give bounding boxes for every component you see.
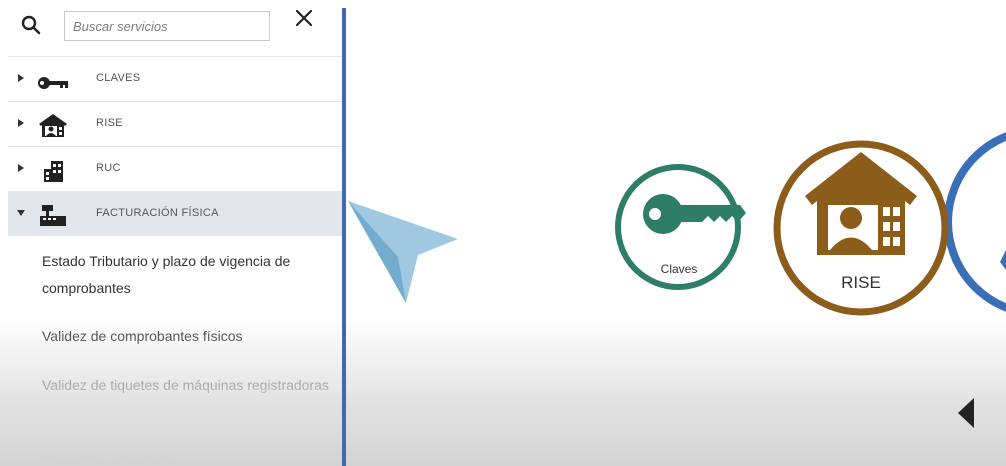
submenu-item-imprentas[interactable]: Imprentas autorizadas — [42, 447, 332, 466]
menu-label-claves: CLAVES — [96, 72, 141, 84]
cash-register-icon — [40, 205, 66, 226]
search-icon[interactable] — [20, 14, 42, 36]
menu-label-rise: RISE — [96, 117, 123, 129]
building-icon — [44, 161, 63, 182]
carousel-prev-arrow-icon[interactable] — [956, 396, 976, 430]
menu-item-facturacion-fisica[interactable]: FACTURACIÓN FÍSICA — [8, 191, 342, 236]
menu-label-ruc: RUC — [96, 162, 121, 174]
menu-item-rise[interactable]: RISE — [8, 101, 342, 146]
service-label-claves: Claves — [660, 262, 698, 276]
caret-right-icon — [18, 74, 24, 82]
sidebar-divider[interactable] — [342, 8, 346, 466]
service-label-rise: RISE — [841, 273, 881, 292]
close-icon[interactable] — [292, 6, 316, 30]
service-circle-partial[interactable] — [944, 130, 1006, 314]
search-bar — [8, 0, 342, 56]
menu-label-facturacion-fisica: FACTURACIÓN FÍSICA — [96, 207, 219, 219]
key-icon — [38, 77, 68, 89]
menu-item-claves[interactable]: CLAVES — [8, 56, 342, 101]
caret-down-icon — [17, 210, 25, 216]
menu-item-ruc[interactable]: RUC — [8, 146, 342, 191]
submenu-item-validez-tiquetes[interactable]: Validez de tiquetes de máquinas registra… — [42, 372, 332, 399]
services-sidebar: CLAVES RISE RUC — [8, 0, 342, 466]
caret-right-icon — [18, 164, 24, 172]
caret-right-icon — [18, 119, 24, 127]
house-person-icon — [39, 114, 67, 137]
pointer-cursor-icon — [348, 201, 458, 303]
submenu-item-validez-comprobantes[interactable]: Validez de comprobantes físicos — [42, 323, 332, 350]
submenu-item-estado-tributario[interactable]: Estado Tributario y plazo de vigencia de… — [42, 248, 332, 302]
search-input[interactable] — [64, 11, 270, 41]
